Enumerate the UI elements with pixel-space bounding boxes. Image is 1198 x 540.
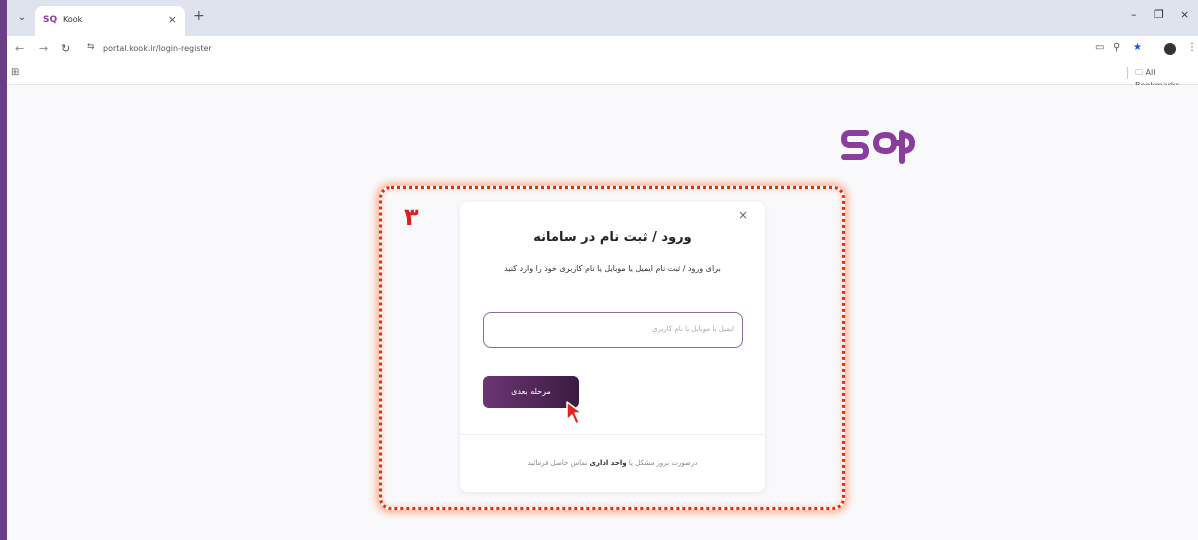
kook-logo	[841, 130, 915, 164]
tab-kook[interactable]: SQ Kook ×	[35, 6, 185, 36]
apps-grid-icon[interactable]: ⊞	[11, 67, 19, 78]
forward-icon[interactable]: →	[39, 42, 48, 55]
page-content: ۳ × ورود / ثبت نام در سامانه برای ورود /…	[7, 85, 1198, 540]
address-bar[interactable]: ⇆ portal.kook.ir/login-register	[81, 40, 1081, 58]
modal-close-icon[interactable]: ×	[738, 208, 748, 222]
profile-avatar[interactable]	[1164, 43, 1176, 55]
back-icon[interactable]: ←	[15, 42, 24, 55]
footer-text-before: درصورت بروز مشکل با	[626, 459, 698, 467]
close-window-icon[interactable]: ×	[1180, 8, 1189, 21]
kook-favicon-icon: SQ	[43, 15, 58, 25]
new-tab-icon[interactable]: +	[193, 8, 205, 24]
url-text: portal.kook.ir/login-register	[103, 44, 212, 53]
zoom-icon[interactable]: ⚲	[1113, 42, 1120, 53]
admin-unit-link[interactable]: واحد اداری	[590, 459, 627, 467]
modal-title: ورود / ثبت نام در سامانه	[533, 230, 692, 245]
tab-search-icon[interactable]: ⌄	[13, 10, 31, 26]
bookmarks-bar: ⊞ 🗀 All Bookmarks	[7, 62, 1198, 90]
username-placeholder: ایمیل یا موبایل یا نام کاربری	[652, 325, 734, 333]
menu-icon[interactable]: ⋮	[1187, 42, 1197, 53]
restore-icon[interactable]: ❐	[1154, 8, 1164, 21]
modal-footer: درصورت بروز مشکل با واحد اداری تماس حاصل…	[460, 459, 765, 467]
bookmarks-divider	[1127, 67, 1128, 79]
minimize-icon[interactable]: –	[1131, 8, 1137, 21]
login-modal: × ورود / ثبت نام در سامانه برای ورود / ث…	[460, 202, 765, 492]
modal-subtitle: برای ورود / ثبت نام ایمیل یا موبایل یا ن…	[504, 264, 721, 273]
mouse-cursor-icon	[566, 401, 583, 425]
bookmark-star-icon[interactable]: ★	[1133, 42, 1142, 53]
toolbar: ← → ↻ ⇆ portal.kook.ir/login-register ▭ …	[7, 36, 1198, 62]
tab-strip: ⌄ SQ Kook × + – ❐ ×	[7, 0, 1198, 36]
modal-divider	[460, 434, 765, 435]
footer-text-after: تماس حاصل فرمائید	[527, 459, 590, 467]
reload-icon[interactable]: ↻	[61, 42, 70, 55]
step-number: ۳	[404, 203, 419, 231]
folder-icon: 🗀	[1135, 68, 1143, 77]
cast-icon[interactable]: ▭	[1095, 42, 1104, 53]
tab-title: Kook	[63, 15, 83, 24]
browser-window: ⌄ SQ Kook × + – ❐ × ← → ↻ ⇆ portal.kook.…	[7, 0, 1198, 540]
username-input[interactable]: ایمیل یا موبایل یا نام کاربری	[483, 312, 743, 348]
tab-close-icon[interactable]: ×	[168, 13, 177, 26]
site-settings-icon[interactable]: ⇆	[87, 42, 95, 52]
